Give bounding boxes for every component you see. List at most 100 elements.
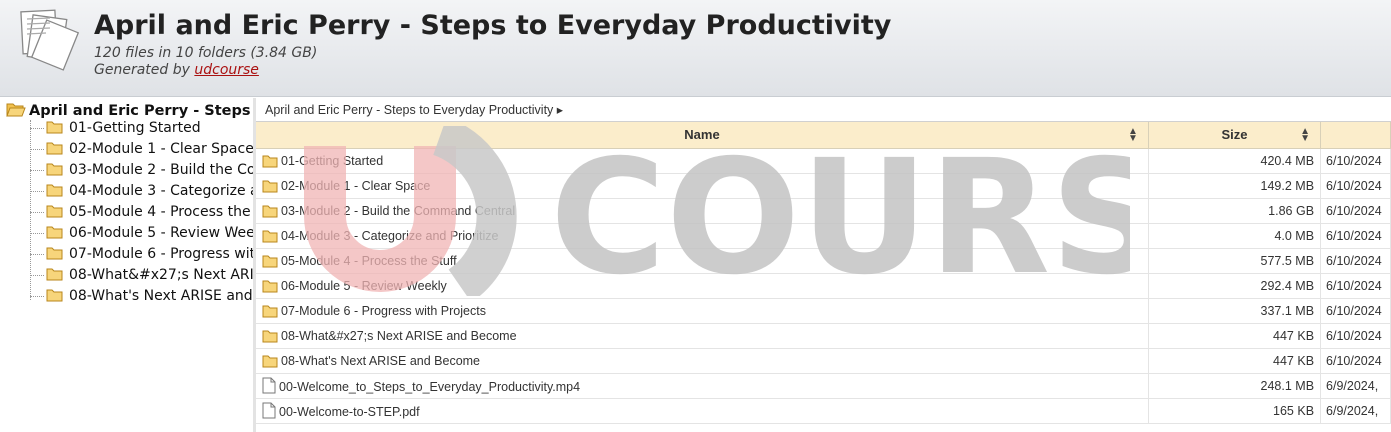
column-header-date[interactable] [1320,122,1391,149]
file-name: 06-Module 5 - Review Weekly [281,278,447,293]
file-name-cell[interactable]: 08-What&#x27;s Next ARISE and Become [256,323,1149,349]
tree-connector [30,148,44,150]
file-name-cell[interactable]: 04-Module 3 - Categorize and Prioritize [256,223,1149,249]
table-row[interactable]: 02-Module 1 - Clear Space 149.2 MB 6/10/20… [256,173,1391,199]
file-size-cell: 165 KB [1148,398,1322,424]
file-name-cell[interactable]: 00-Welcome_to_Steps_to_Everyday_Producti… [256,373,1149,399]
tree-root-label: April and Eric Perry - Steps to Everyday… [29,103,254,119]
name-column-label: Name [684,127,720,143]
file-name: 08-What's Next ARISE and Become [281,353,481,368]
table-row[interactable]: 03-Module 2 - Build the Command Central 1… [256,198,1391,224]
folder-icon [46,142,63,155]
file-date-cell: 6/10/2024 [1320,298,1391,324]
column-header-name[interactable]: Name ▲ ▼ [256,122,1149,149]
file-size-cell: 337.1 MB [1148,298,1322,324]
table-row[interactable]: 00-Welcome_to_Steps_to_Everyday_Producti… [256,373,1391,399]
tree-item-label: 02-Module 1 - Clear Space [69,141,254,157]
tree-connector [30,253,44,255]
size-column-label: Size [1221,127,1248,143]
folder-icon [46,163,63,176]
tree-item-label: 05-Module 4 - Process the Stuff [69,204,254,220]
file-date-cell: 6/10/2024 [1320,248,1391,274]
tree-item[interactable]: 05-Module 4 - Process the Stuff [30,204,254,225]
folder-icon [46,121,63,134]
file-name-cell[interactable]: 03-Module 2 - Build the Command Central [256,198,1149,224]
folder-icon [262,155,278,167]
file-table: Name ▲ ▼ Size ▲ ▼ 01-Getting Started 420.4 MB… [256,122,1391,424]
file-name-cell[interactable]: 02-Module 1 - Clear Space [256,173,1149,199]
tree-item[interactable]: 04-Module 3 - Categorize and Prioritize [30,183,254,204]
file-name-cell[interactable]: 01-Getting Started [256,148,1149,174]
tree-item[interactable]: 08-What's Next ARISE and Become [30,288,254,309]
tree-item[interactable]: 01-Getting Started [30,120,201,141]
folder-icon [262,330,278,342]
file-name: 08-What&#x27;s Next ARISE and Become [281,328,517,343]
file-name-cell[interactable]: 00-Welcome-to-STEP.pdf [256,398,1149,424]
file-date-cell: 6/10/2024 [1320,348,1391,374]
column-header-size[interactable]: Size ▲ ▼ [1148,122,1322,149]
folder-icon [46,226,63,239]
file-date-cell: 6/10/2024 [1320,223,1391,249]
folder-icon [262,280,278,292]
file-name-cell[interactable]: 05-Module 4 - Process the Stuff [256,248,1149,274]
tree-item-label: 07-Module 6 - Progress with Projects [69,246,254,262]
folder-icon [46,289,63,302]
tree-item[interactable]: 03-Module 2 - Build the Command Central [30,162,254,183]
folder-icon [262,255,278,267]
tree-item[interactable]: 02-Module 1 - Clear Space [30,141,254,162]
sort-icon: ▲ ▼ [1300,126,1311,144]
table-row[interactable]: 06-Module 5 - Review Weekly 292.4 MB 6/10/… [256,273,1391,299]
file-date-cell: 6/9/2024, [1320,398,1391,424]
folder-icon [262,230,278,242]
tree-connector [30,190,44,192]
page-header: April and Eric Perry - Steps to Everyday… [0,0,1391,97]
file-icon [262,402,276,419]
file-name: 04-Module 3 - Categorize and Prioritize [281,228,499,243]
table-row[interactable]: 01-Getting Started 420.4 MB 6/10/2024 [256,148,1391,174]
file-name-cell[interactable]: 08-What's Next ARISE and Become [256,348,1149,374]
generator-link[interactable]: udcourse [194,62,259,78]
file-date-cell: 6/10/2024 [1320,273,1391,299]
file-name: 03-Module 2 - Build the Command Central [281,203,516,218]
file-size-cell: 1.86 GB [1148,198,1322,224]
tree-item-label: 08-What&#x27;s Next ARISE and Become [69,267,254,283]
folder-icon [262,355,278,367]
file-name: 02-Module 1 - Clear Space [281,178,431,193]
tree-connector [30,169,44,171]
table-row[interactable]: 04-Module 3 - Categorize and Prioritize 4… [256,223,1391,249]
file-size-cell: 248.1 MB [1148,373,1322,399]
table-row[interactable]: 00-Welcome-to-STEP.pdf 165 KB 6/9/2024, [256,398,1391,424]
folder-open-icon [6,103,26,117]
folder-icon [46,268,63,281]
folder-tree: April and Eric Perry - Steps to Everyday… [0,98,254,432]
tree-connector [30,295,44,297]
tree-item-label: 01-Getting Started [69,120,201,136]
file-date-cell: 6/9/2024, [1320,373,1391,399]
folder-icon [46,205,63,218]
file-size-cell: 447 KB [1148,323,1322,349]
folder-icon [262,305,278,317]
file-size-cell: 149.2 MB [1148,173,1322,199]
tree-item[interactable]: 07-Module 6 - Progress with Projects [30,246,254,267]
tree-item[interactable]: 08-What&#x27;s Next ARISE and Become [30,267,254,288]
tree-connector [30,274,44,276]
file-date-cell: 6/10/2024 [1320,148,1391,174]
breadcrumb[interactable]: April and Eric Perry - Steps to Everyday… [256,98,1391,122]
file-name-cell[interactable]: 07-Module 6 - Progress with Projects [256,298,1149,324]
tree-item[interactable]: 06-Module 5 - Review Weekly [30,225,254,246]
sort-icon: ▲ ▼ [1128,126,1138,144]
folder-icon [262,180,278,192]
file-name: 00-Welcome-to-STEP.pdf [279,405,420,419]
table-row[interactable]: 07-Module 6 - Progress with Projects 337.… [256,298,1391,324]
tree-root[interactable]: April and Eric Perry - Steps to Everyday… [6,101,254,119]
generated-by: Generated by udcourse [94,62,259,78]
table-row[interactable]: 08-What's Next ARISE and Become 447 KB 6/1… [256,348,1391,374]
folder-icon [46,184,63,197]
folder-icon [262,205,278,217]
table-row[interactable]: 05-Module 4 - Process the Stuff 577.5 MB 6… [256,248,1391,274]
table-row[interactable]: 08-What&#x27;s Next ARISE and Become 447 … [256,323,1391,349]
file-icon [262,377,276,394]
file-size-cell: 577.5 MB [1148,248,1322,274]
file-size-cell: 447 KB [1148,348,1322,374]
file-name-cell[interactable]: 06-Module 5 - Review Weekly [256,273,1149,299]
